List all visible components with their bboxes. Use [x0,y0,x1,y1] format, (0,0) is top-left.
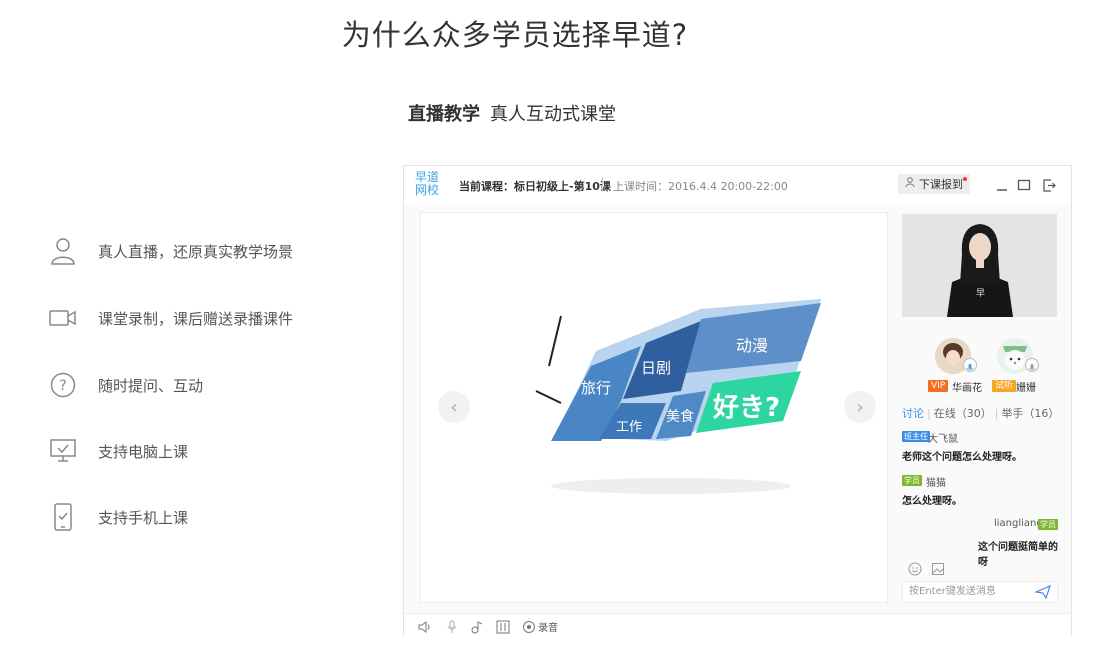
subtitle-bold: 直播教学 [408,104,480,125]
participant-name: 姗姗 [1016,383,1036,394]
monitor-check-icon [48,436,78,466]
chat-input-placeholder: 按Enter键发送消息 [909,586,996,597]
chat-tabs: 讨论 | 在线（30） | 举手（16） [902,407,1060,420]
page-title: 为什么众多学员选择早道? [341,18,689,52]
slide-stage: ‹ › 旅行 工作 日剧 美食 动漫 好き? [420,212,888,603]
classroom-bottombar: 录音 [404,613,1071,638]
maximize-icon[interactable] [1016,177,1032,193]
record-label[interactable]: 录音 [538,619,558,634]
message-text: 这个问题挺简单的呀 [978,542,1058,568]
message-author: liangliang [994,518,1043,529]
dismiss-label: 下课报到 [919,178,963,191]
feature-label: 真人直播，还原真实教学场景 [98,242,294,261]
role-tag: 班主任 [902,431,930,442]
feature-item-live: 真人直播，还原真实教学场景 [48,234,378,268]
feature-label: 支持电脑上课 [98,442,189,461]
phone-check-icon [48,502,78,532]
teacher-video: 早 [902,214,1057,317]
side-panel: 早 VIP 华画花 试听 姗姗 讨论 | 在线（30） | 举手（16） 班主任 大飞鼠… [902,212,1060,604]
svg-text:早: 早 [976,288,985,299]
slide-word: 美食 [666,408,694,425]
feature-item-ask: ? 随时提问、互动 [48,368,378,402]
minimize-icon[interactable] [994,177,1010,193]
dismiss-report-button[interactable]: 下课报到 [898,174,970,194]
slide-word: 好き? [712,393,780,423]
current-course: 当前课程：标日初级上-第10课 [459,180,611,193]
send-icon[interactable] [1033,584,1051,607]
mic-icon [963,358,977,372]
divider [602,177,603,191]
tab-online[interactable]: 在线（30） [934,407,992,420]
tab-hands[interactable]: 举手（16） [1001,407,1059,420]
notification-dot [963,177,967,181]
slide-word: 动漫 [736,336,768,355]
classroom-window: 早道 网校 当前课程：标日初级上-第10课 上课时间：2016.4.4 20:0… [403,165,1072,638]
microphone-icon[interactable] [445,619,459,633]
next-slide-button[interactable]: › [844,391,876,423]
section-subtitle: 直播教学 真人互动式课堂 [408,100,616,126]
logo: 早道 网校 [415,171,445,197]
participant-name: 华画花 [952,383,982,394]
user-icon [48,236,78,266]
classroom-topbar: 早道 网校 当前课程：标日初级上-第10课 上课时间：2016.4.4 20:0… [404,166,1071,204]
video-camera-icon [48,303,78,333]
feature-label: 随时提问、互动 [98,376,204,395]
vip-badge: VIP [928,380,949,392]
slide-word: 日剧 [641,359,671,377]
question-icon: ? [48,370,78,400]
slide-word: 工作 [616,420,642,435]
prev-slide-button[interactable]: ‹ [438,391,470,423]
image-icon[interactable] [931,561,945,580]
person-icon [905,177,915,191]
subtitle-rest: 真人互动式课堂 [490,104,616,125]
emoji-icon[interactable] [908,561,922,580]
chat-input[interactable]: 按Enter键发送消息 [902,581,1058,603]
logo-line2: 网校 [415,183,440,197]
chevron-left-icon: ‹ [450,396,458,418]
feature-item-record: 课堂录制，课后赠送录播课件 [48,301,378,335]
feature-item-pc: 支持电脑上课 [48,434,378,468]
speaker-icon[interactable] [418,619,432,633]
message-author: 大飞鼠 [928,434,958,445]
role-tag: 学员 [902,475,922,486]
tab-discuss[interactable]: 讨论 [902,407,924,420]
trial-badge: 试听 [992,380,1017,392]
message-author: 猫猫 [926,478,946,489]
feature-label: 支持手机上课 [98,508,189,527]
svg-text:?: ? [59,378,66,394]
feature-label: 课堂录制，课后赠送录播课件 [98,309,294,328]
record-icon[interactable] [522,619,536,633]
slide-image: 旅行 工作 日剧 美食 动漫 好き? [535,299,821,494]
music-note-icon[interactable] [470,619,484,634]
role-tag: 学员 [1038,519,1058,530]
slide-word: 旅行 [581,379,611,397]
exit-icon[interactable] [1041,177,1057,193]
class-time: 上课时间：2016.4.4 20:00-22:00 [613,180,788,193]
chevron-right-icon: › [856,396,864,418]
message-text: 怎么处理呀。 [902,496,962,507]
message-text: 老师这个问题怎么处理呀。 [902,452,1022,463]
equalizer-icon[interactable] [496,619,510,634]
mic-icon [1025,358,1039,372]
feature-item-mobile: 支持手机上课 [48,500,378,534]
